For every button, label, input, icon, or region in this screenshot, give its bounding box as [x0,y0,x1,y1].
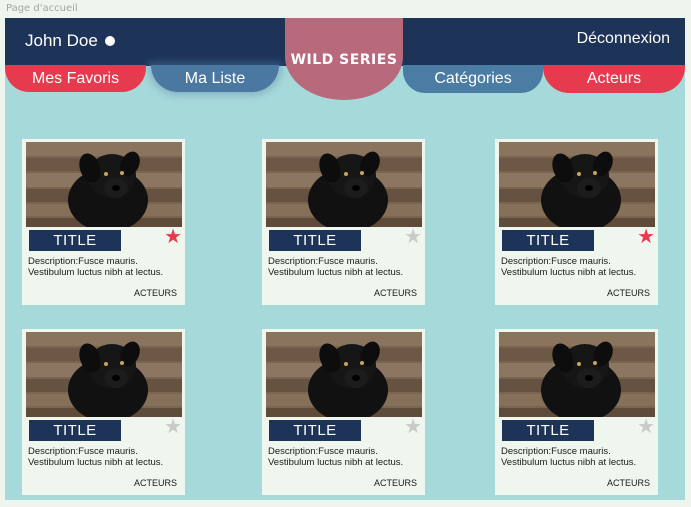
user-menu[interactable]: John Doe [25,31,115,51]
series-card[interactable]: TITLE ★ Description:Fusce mauris. Vestib… [22,139,185,305]
star-icon[interactable]: ★ [637,227,655,247]
actors-link[interactable]: ACTEURS [374,478,417,488]
star-icon[interactable]: ★ [164,417,182,437]
series-poster-image[interactable] [266,332,422,417]
series-card[interactable]: TITLE ★ Description:Fusce mauris. Vestib… [495,329,658,495]
logout-button[interactable]: Déconnexion [577,30,670,48]
nav-my-list[interactable]: Ma Liste [151,65,279,92]
star-icon[interactable]: ★ [404,417,422,437]
page-frame: Page d'accueil John Doe Déconnexion Mes … [0,0,691,507]
star-icon[interactable]: ★ [404,227,422,247]
series-description: Description:Fusce mauris. Vestibulum luc… [501,446,637,468]
actors-link[interactable]: ACTEURS [134,478,177,488]
series-card[interactable]: TITLE ★ Description:Fusce mauris. Vestib… [262,329,425,495]
series-card[interactable]: TITLE ★ Description:Fusce mauris. Vestib… [495,139,658,305]
series-poster-image[interactable] [26,332,182,417]
actors-link[interactable]: ACTEURS [607,288,650,298]
logo-text[interactable]: WILD SERIES [285,52,403,68]
actors-link[interactable]: ACTEURS [374,288,417,298]
actors-link[interactable]: ACTEURS [607,478,650,488]
series-title: TITLE [29,420,121,441]
series-title: TITLE [29,230,121,251]
nav-categories[interactable]: Catégories [403,65,543,93]
series-title: TITLE [269,230,361,251]
nav-favorites[interactable]: Mes Favoris [5,65,146,92]
series-description: Description:Fusce mauris. Vestibulum luc… [501,256,637,278]
series-title: TITLE [502,420,594,441]
series-poster-image[interactable] [499,142,655,227]
page-label: Page d'accueil [6,3,78,14]
series-card[interactable]: TITLE ★ Description:Fusce mauris. Vestib… [22,329,185,495]
series-description: Description:Fusce mauris. Vestibulum luc… [28,256,164,278]
series-poster-image[interactable] [499,332,655,417]
series-card[interactable]: TITLE ★ Description:Fusce mauris. Vestib… [262,139,425,305]
series-poster-image[interactable] [26,142,182,227]
app-container: John Doe Déconnexion Mes Favoris Ma List… [5,18,685,500]
series-description: Description:Fusce mauris. Vestibulum luc… [268,446,404,468]
user-name: John Doe [25,31,98,50]
series-title: TITLE [269,420,361,441]
actors-link[interactable]: ACTEURS [134,288,177,298]
series-description: Description:Fusce mauris. Vestibulum luc… [268,256,404,278]
online-dot-icon [104,36,115,46]
star-icon[interactable]: ★ [164,227,182,247]
nav-actors[interactable]: Acteurs [543,65,685,93]
series-poster-image[interactable] [266,142,422,227]
series-title: TITLE [502,230,594,251]
star-icon[interactable]: ★ [637,417,655,437]
series-description: Description:Fusce mauris. Vestibulum luc… [28,446,164,468]
